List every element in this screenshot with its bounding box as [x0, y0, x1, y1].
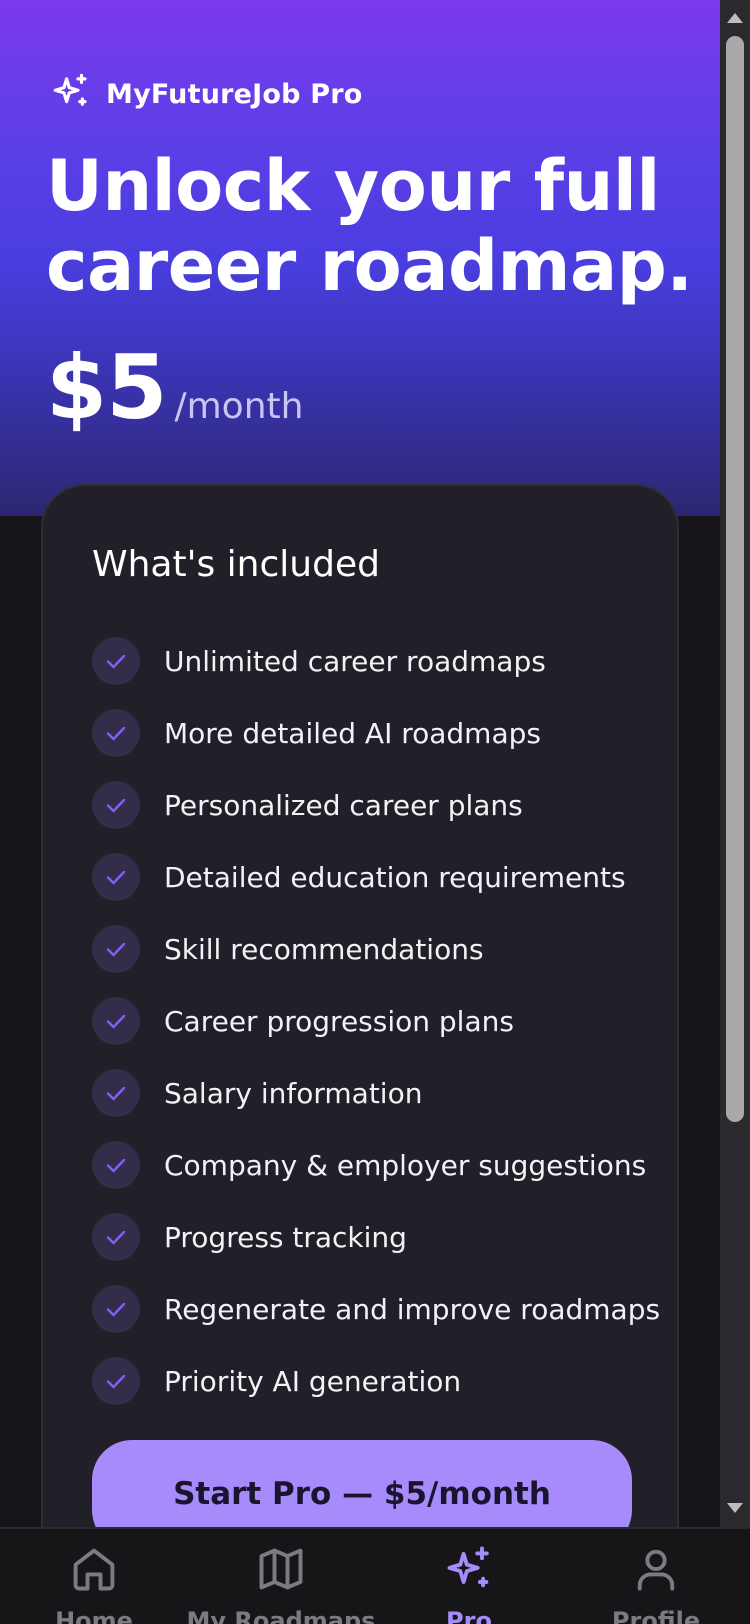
- scrollbar-thumb[interactable]: [726, 36, 744, 1122]
- sparkles-icon: [443, 1543, 495, 1599]
- feature-label: Unlimited career roadmaps: [164, 644, 546, 678]
- feature-list: Unlimited career roadmaps More detailed …: [92, 625, 660, 1417]
- tab-label: My Roadmaps: [186, 1607, 376, 1624]
- feature-label: Company & employer suggestions: [164, 1148, 647, 1182]
- check-icon: [92, 1213, 140, 1261]
- feature-item: Company & employer suggestions: [92, 1129, 652, 1201]
- feature-item: Unlimited career roadmaps: [92, 625, 652, 697]
- price-period: /month: [174, 386, 304, 427]
- hero-section: MyFutureJob Pro Unlock your full career …: [0, 0, 720, 516]
- home-icon: [68, 1543, 120, 1599]
- pro-upgrade-screen: MyFutureJob Pro Unlock your full career …: [0, 0, 720, 1527]
- bottom-tab-bar: Home My Roadmaps Pro Profile: [0, 1527, 750, 1624]
- plan-card: What's included Unlimited career roadmap…: [41, 484, 679, 1527]
- feature-item: Priority AI generation: [92, 1345, 652, 1417]
- feature-item: Regenerate and improve roadmaps: [92, 1273, 660, 1345]
- feature-label: Detailed education requirements: [164, 860, 626, 894]
- feature-label: Salary information: [164, 1076, 423, 1110]
- check-icon: [92, 1069, 140, 1117]
- check-icon: [92, 781, 140, 829]
- feature-label: More detailed AI roadmaps: [164, 716, 541, 750]
- check-icon: [92, 1141, 140, 1189]
- feature-item: More detailed AI roadmaps: [92, 697, 652, 769]
- start-pro-button[interactable]: Start Pro — $5/month: [92, 1440, 632, 1527]
- feature-label: Career progression plans: [164, 1004, 514, 1038]
- check-icon: [92, 1357, 140, 1405]
- feature-item: Detailed education requirements: [92, 841, 652, 913]
- page-headline: Unlock your full career roadmap.: [46, 145, 693, 307]
- check-icon: [92, 853, 140, 901]
- tab-label: Pro: [446, 1607, 492, 1624]
- feature-item: Salary information: [92, 1057, 652, 1129]
- tab-label: Home: [55, 1607, 133, 1624]
- tab-home[interactable]: Home: [0, 1543, 188, 1624]
- plan-card-title: What's included: [92, 544, 380, 585]
- scroll-up-arrow-icon[interactable]: [727, 13, 743, 23]
- user-icon: [630, 1543, 682, 1599]
- feature-label: Priority AI generation: [164, 1364, 462, 1398]
- feature-label: Personalized career plans: [164, 788, 523, 822]
- sparkles-icon: [50, 71, 92, 117]
- check-icon: [92, 1285, 140, 1333]
- check-icon: [92, 925, 140, 973]
- price-display: $5 /month: [46, 336, 303, 440]
- tab-pro[interactable]: Pro: [375, 1543, 563, 1624]
- page-scrollbar[interactable]: [720, 0, 750, 1527]
- tab-label: Profile: [611, 1607, 701, 1624]
- check-icon: [92, 709, 140, 757]
- brand-name: MyFutureJob Pro: [106, 78, 363, 110]
- scroll-down-arrow-icon[interactable]: [727, 1503, 743, 1513]
- feature-label: Skill recommendations: [164, 932, 484, 966]
- feature-item: Skill recommendations: [92, 913, 652, 985]
- feature-item: Career progression plans: [92, 985, 652, 1057]
- feature-item: Personalized career plans: [92, 769, 652, 841]
- check-icon: [92, 997, 140, 1045]
- price-amount: $5: [46, 336, 167, 439]
- tab-profile[interactable]: Profile: [562, 1543, 750, 1624]
- feature-label: Regenerate and improve roadmaps: [164, 1292, 661, 1326]
- check-icon: [92, 637, 140, 685]
- map-icon: [255, 1543, 307, 1599]
- feature-item: Progress tracking: [92, 1201, 652, 1273]
- brand: MyFutureJob Pro: [50, 72, 363, 116]
- feature-label: Progress tracking: [164, 1220, 407, 1254]
- tab-my-roadmaps[interactable]: My Roadmaps: [187, 1543, 375, 1624]
